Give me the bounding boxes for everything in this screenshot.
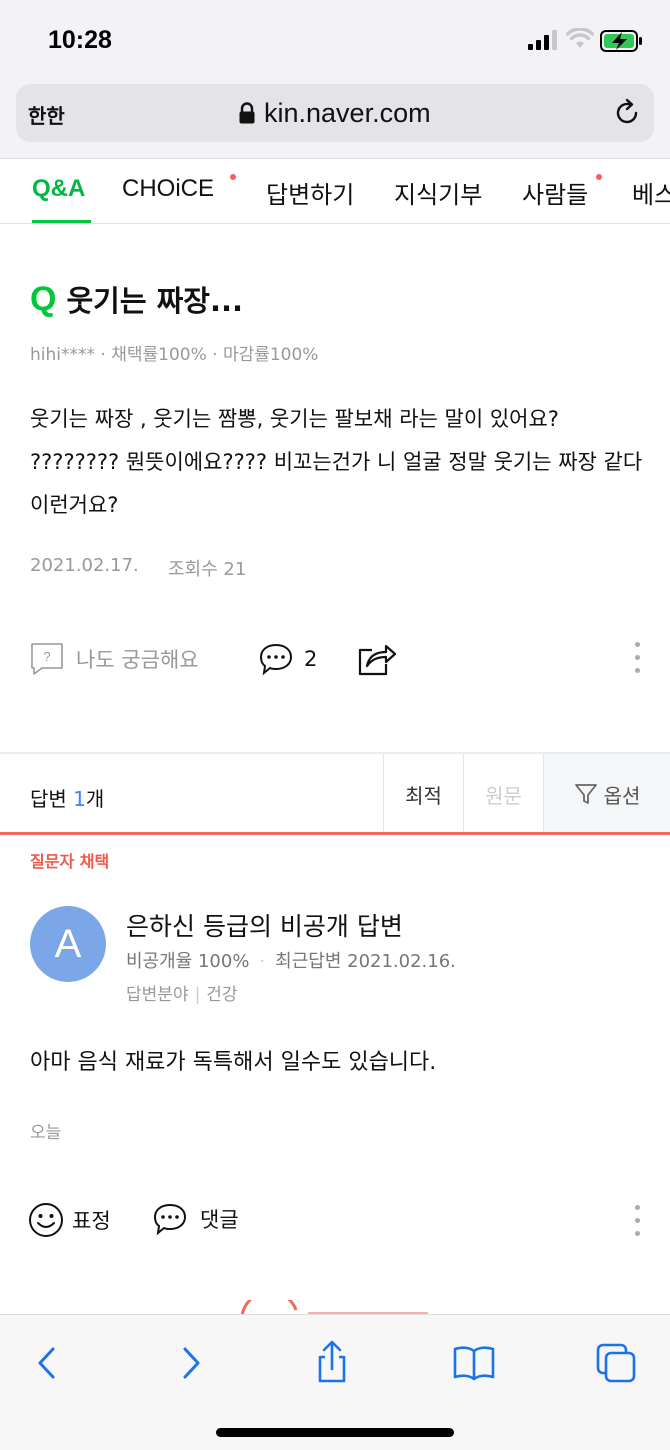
answer-more-icon[interactable] [635,1205,641,1237]
meta-separator: · [259,951,266,972]
curious-label: 나도 궁금해요 [76,648,199,672]
question-views: 조회수 21 [168,559,247,580]
comment-icon [259,643,293,676]
chosen-badge: 질문자 채택 [30,852,110,871]
url-display[interactable]: kin.naver.com [238,96,431,130]
tab-choice[interactable]: CHOiCE [122,175,214,203]
reload-icon[interactable] [612,98,642,128]
answer-count-unit: 개 [85,787,105,811]
sort-best-button[interactable]: 최적 [383,754,463,834]
address-bar[interactable]: 한한 kin.naver.com [16,84,654,142]
battery-charging-icon [600,30,642,52]
comment-count: 2 [304,647,318,671]
question-title: 웃기는 짜장... [66,284,243,318]
tabs-icon[interactable] [592,1339,640,1387]
answer-count-label: 답변 [30,787,67,811]
question-more-icon[interactable] [635,642,641,674]
share-icon[interactable] [308,1339,356,1387]
url-text: kin.naver.com [264,97,431,128]
tab-answer[interactable]: 답변하기 [266,175,354,210]
comment-button[interactable]: 2 [258,642,317,676]
lock-icon [239,102,255,124]
status-time: 10:28 [48,26,112,54]
wifi-icon [566,28,594,48]
filter-icon [574,784,597,804]
private-rate: 비공개율 100% [126,951,250,972]
question-bubble-icon: ? [31,643,63,675]
back-icon[interactable] [24,1339,72,1387]
field-value: 건강 [206,985,238,1005]
tab-donate[interactable]: 지식기부 [394,175,482,210]
question-body: 웃기는 짜장 , 웃기는 짬뽕, 웃기는 팔보채 라는 말이 있어요? ????… [30,407,643,517]
answer-count: 답변 1개 [30,783,104,812]
avatar: A [30,906,106,982]
category-nav: Q&A CHOiCE 답변하기 지식기부 사람들 베스 [0,158,670,224]
answer-count-number: 1 [73,787,86,811]
question-date: 2021.02.17. [30,555,139,576]
question-mark-q: Q [30,279,57,318]
answer-date: 오늘 [30,1123,62,1143]
field-separator: | [194,985,201,1005]
emote-button[interactable]: 표정 [28,1202,111,1238]
page-settings-button[interactable]: 한한 [28,100,65,129]
share-button[interactable] [356,640,398,682]
tab-people[interactable]: 사람들 [522,175,588,210]
tab-qna[interactable]: Q&A [32,175,85,203]
options-button[interactable]: 옵션 [543,754,670,834]
browser-chrome: 10:28 한한 kin.naver.com [0,0,670,158]
answer-field: 답변분야 | 건강 [126,980,238,1005]
tab-best[interactable]: 베스 [632,175,670,210]
bookmarks-icon[interactable] [450,1339,498,1387]
home-indicator [216,1428,454,1437]
share-icon [358,644,397,676]
answerer-meta: 비공개율 100% · 최근답변 2021.02.16. [126,947,456,973]
question-meta[interactable]: hihi**** · 채택률100% · 마감률100% [30,340,318,365]
question-header: Q 웃기는 짜장... [30,278,243,320]
sort-original-button[interactable]: 원문 [463,754,543,834]
recent-answer-date: 최근답변 2021.02.16. [275,951,456,972]
answers-header: 답변 1개 최적 원문 옵션 [0,754,670,834]
new-dot-people [596,174,602,180]
svg-text:?: ? [43,649,50,664]
field-label: 답변분야 [126,985,189,1005]
options-label: 옵션 [603,783,641,808]
emote-label: 표정 [72,1209,111,1233]
active-tab-indicator [32,220,91,223]
smile-icon [29,1203,63,1237]
comment-icon [153,1203,187,1236]
reply-label: 댓글 [200,1208,239,1232]
signal-icon [528,30,557,50]
answer-body: 아마 음식 재료가 독특해서 일수도 있습니다. [30,1050,437,1075]
forward-icon[interactable] [166,1339,214,1387]
status-bar: 10:28 [0,0,670,80]
answerer-name[interactable]: 은하신 등급의 비공개 답변 [126,907,403,943]
chosen-answer-line [0,832,670,835]
new-dot-choice [230,174,236,180]
reply-button[interactable]: 댓글 [152,1202,239,1236]
curious-button[interactable]: ? 나도 궁금해요 [30,642,199,676]
